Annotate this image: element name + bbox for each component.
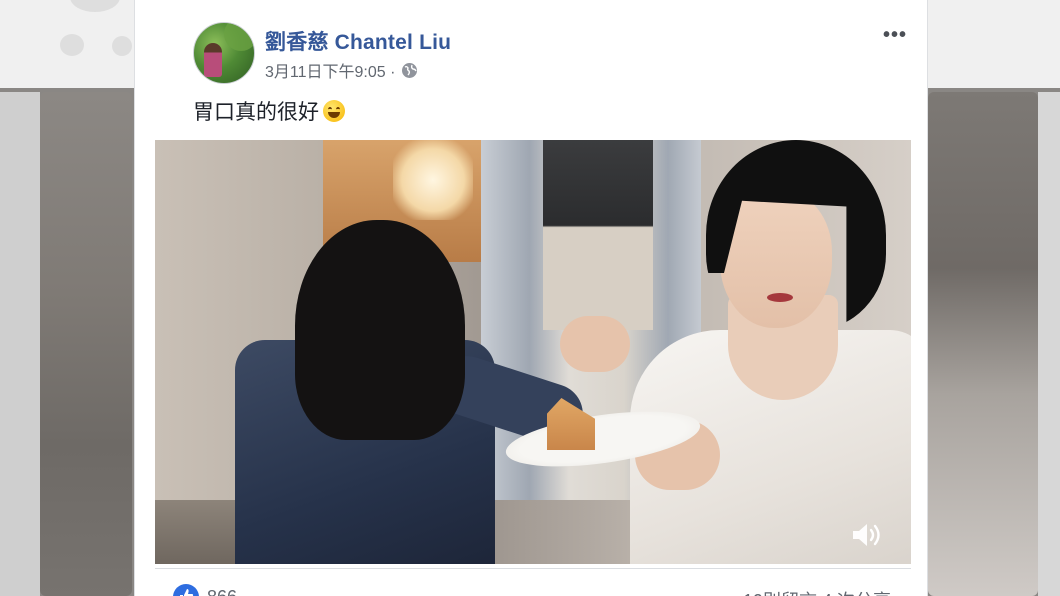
video-frame-kneeling-person [235,220,591,564]
author-avatar[interactable] [193,22,255,84]
avatar-foliage [224,23,254,51]
ghost-dot [60,34,84,56]
post-meta: 3月11日下午9:05 · [265,58,418,82]
avatar-figure [204,43,222,77]
more-options-button[interactable]: ••• [883,24,907,47]
post-text-content: 胃口真的很好 [193,101,319,124]
background-photo-right [928,92,1038,596]
reaction-count[interactable]: 866 [207,587,237,596]
post-card: 劉香慈 Chantel Liu 3月11日下午9:05 · ••• 胃口真的很好 [134,0,928,596]
background-strip-right [1038,92,1060,596]
author-name-link[interactable]: 劉香慈 Chantel Liu [265,26,451,56]
comments-shares-count[interactable]: 19則留言 4 次分享 [743,587,891,596]
like-icon[interactable] [173,584,199,596]
post-text: 胃口真的很好 [193,96,345,126]
background-photo-left [40,92,132,596]
video-player[interactable] [155,140,911,564]
post-footer: 866 19則留言 4 次分享 [155,568,911,596]
ghost-dot [112,36,132,56]
post-timestamp[interactable]: 3月11日下午9:05 · [265,58,395,82]
video-frame-seated-person [560,140,911,564]
volume-icon[interactable] [849,520,889,550]
globe-icon[interactable] [401,62,418,79]
video-frame-lamp [393,140,473,220]
background-strip-left [0,92,40,596]
laughing-emoji-icon [323,100,345,122]
post-card-inner: 劉香慈 Chantel Liu 3月11日下午9:05 · ••• 胃口真的很好 [155,0,911,596]
